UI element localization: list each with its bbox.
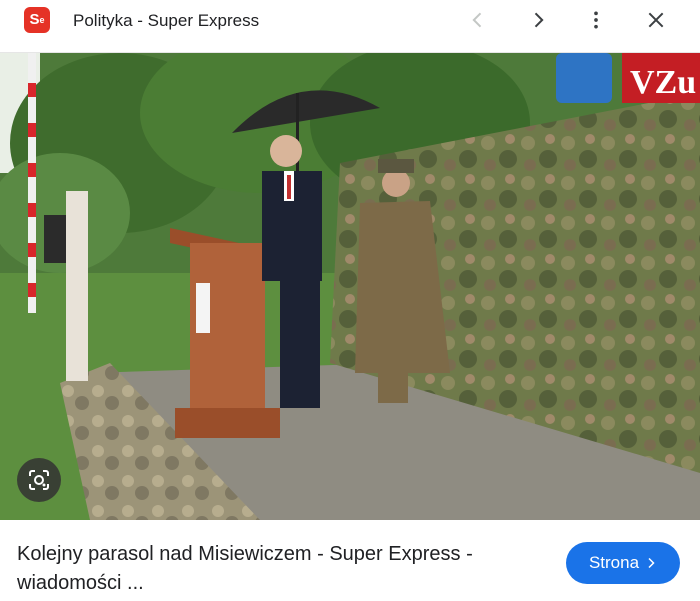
visit-page-label: Strona xyxy=(588,553,640,572)
result-caption[interactable]: Kolejny parasol nad Misiewiczem - Super … xyxy=(17,540,537,598)
favicon-superscript: e xyxy=(39,15,45,25)
close-button[interactable] xyxy=(640,4,672,36)
close-icon xyxy=(648,12,664,28)
chevron-left-icon xyxy=(472,12,482,28)
forward-button[interactable] xyxy=(522,4,554,36)
photo-scene: VZu xyxy=(0,53,700,520)
visit-page-button[interactable]: Strona xyxy=(566,542,680,584)
favicon-letter: S xyxy=(29,11,40,28)
chevron-right-icon xyxy=(534,12,544,28)
banner-text: VZu xyxy=(630,64,696,101)
more-options-button[interactable] xyxy=(580,4,612,36)
chevron-right-small-icon xyxy=(648,557,655,569)
more-vert-icon xyxy=(594,11,598,29)
lens-search-button[interactable] xyxy=(17,458,61,502)
google-lens-icon xyxy=(29,470,49,490)
back-button[interactable] xyxy=(462,4,494,36)
preview-image[interactable]: VZu xyxy=(0,53,700,520)
site-favicon: Se xyxy=(24,7,50,33)
top-bar: Se Polityka - Super Express xyxy=(0,0,700,53)
page-title: Polityka - Super Express xyxy=(73,11,260,30)
